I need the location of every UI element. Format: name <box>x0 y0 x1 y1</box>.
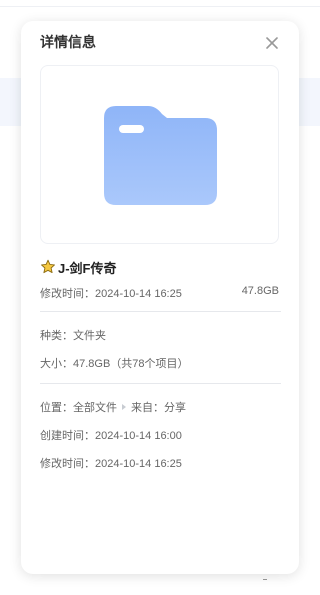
size-row: 大小：47.8GB（共78个项目） <box>40 355 189 371</box>
location-label: 位置： <box>40 402 73 414</box>
star-icon <box>41 259 55 274</box>
size-label: 大小： <box>40 358 73 370</box>
file-name-row: J-剑F传奇 <box>40 257 117 277</box>
divider <box>40 311 281 312</box>
type-value: 文件夹 <box>73 330 106 342</box>
source-label: 来自： <box>131 402 164 414</box>
panel-title: 详情信息 <box>40 34 96 50</box>
folder-icon <box>104 106 217 205</box>
created-time: 创建时间：2024-10-14 16:00 <box>40 430 182 442</box>
file-preview <box>40 65 279 244</box>
source-link[interactable]: 分享 <box>164 399 186 415</box>
file-size-summary: 47.8GB <box>241 285 279 297</box>
type-label: 种类： <box>40 330 73 342</box>
file-name: J-剑F传奇 <box>58 260 117 276</box>
background-mark <box>263 579 267 580</box>
size-value: 47.8GB（共78个项目） <box>73 358 189 370</box>
background-top-divider <box>0 6 320 7</box>
location-path-link[interactable]: 全部文件 <box>73 399 117 415</box>
type-row: 种类：文件夹 <box>40 327 106 343</box>
modified-time-summary: 修改时间：2024-10-14 16:25 <box>40 288 182 300</box>
close-icon <box>266 37 278 49</box>
chevron-right-icon <box>122 404 126 410</box>
divider <box>40 383 281 384</box>
location-row: 位置： 全部文件 来自： 分享 <box>40 399 186 415</box>
close-button[interactable] <box>263 34 281 52</box>
details-panel: 详情信息 J-剑F传奇 修改时间：2024-10-14 16:25 47.8GB… <box>21 21 299 574</box>
modified-time: 修改时间：2024-10-14 16:25 <box>40 458 182 470</box>
